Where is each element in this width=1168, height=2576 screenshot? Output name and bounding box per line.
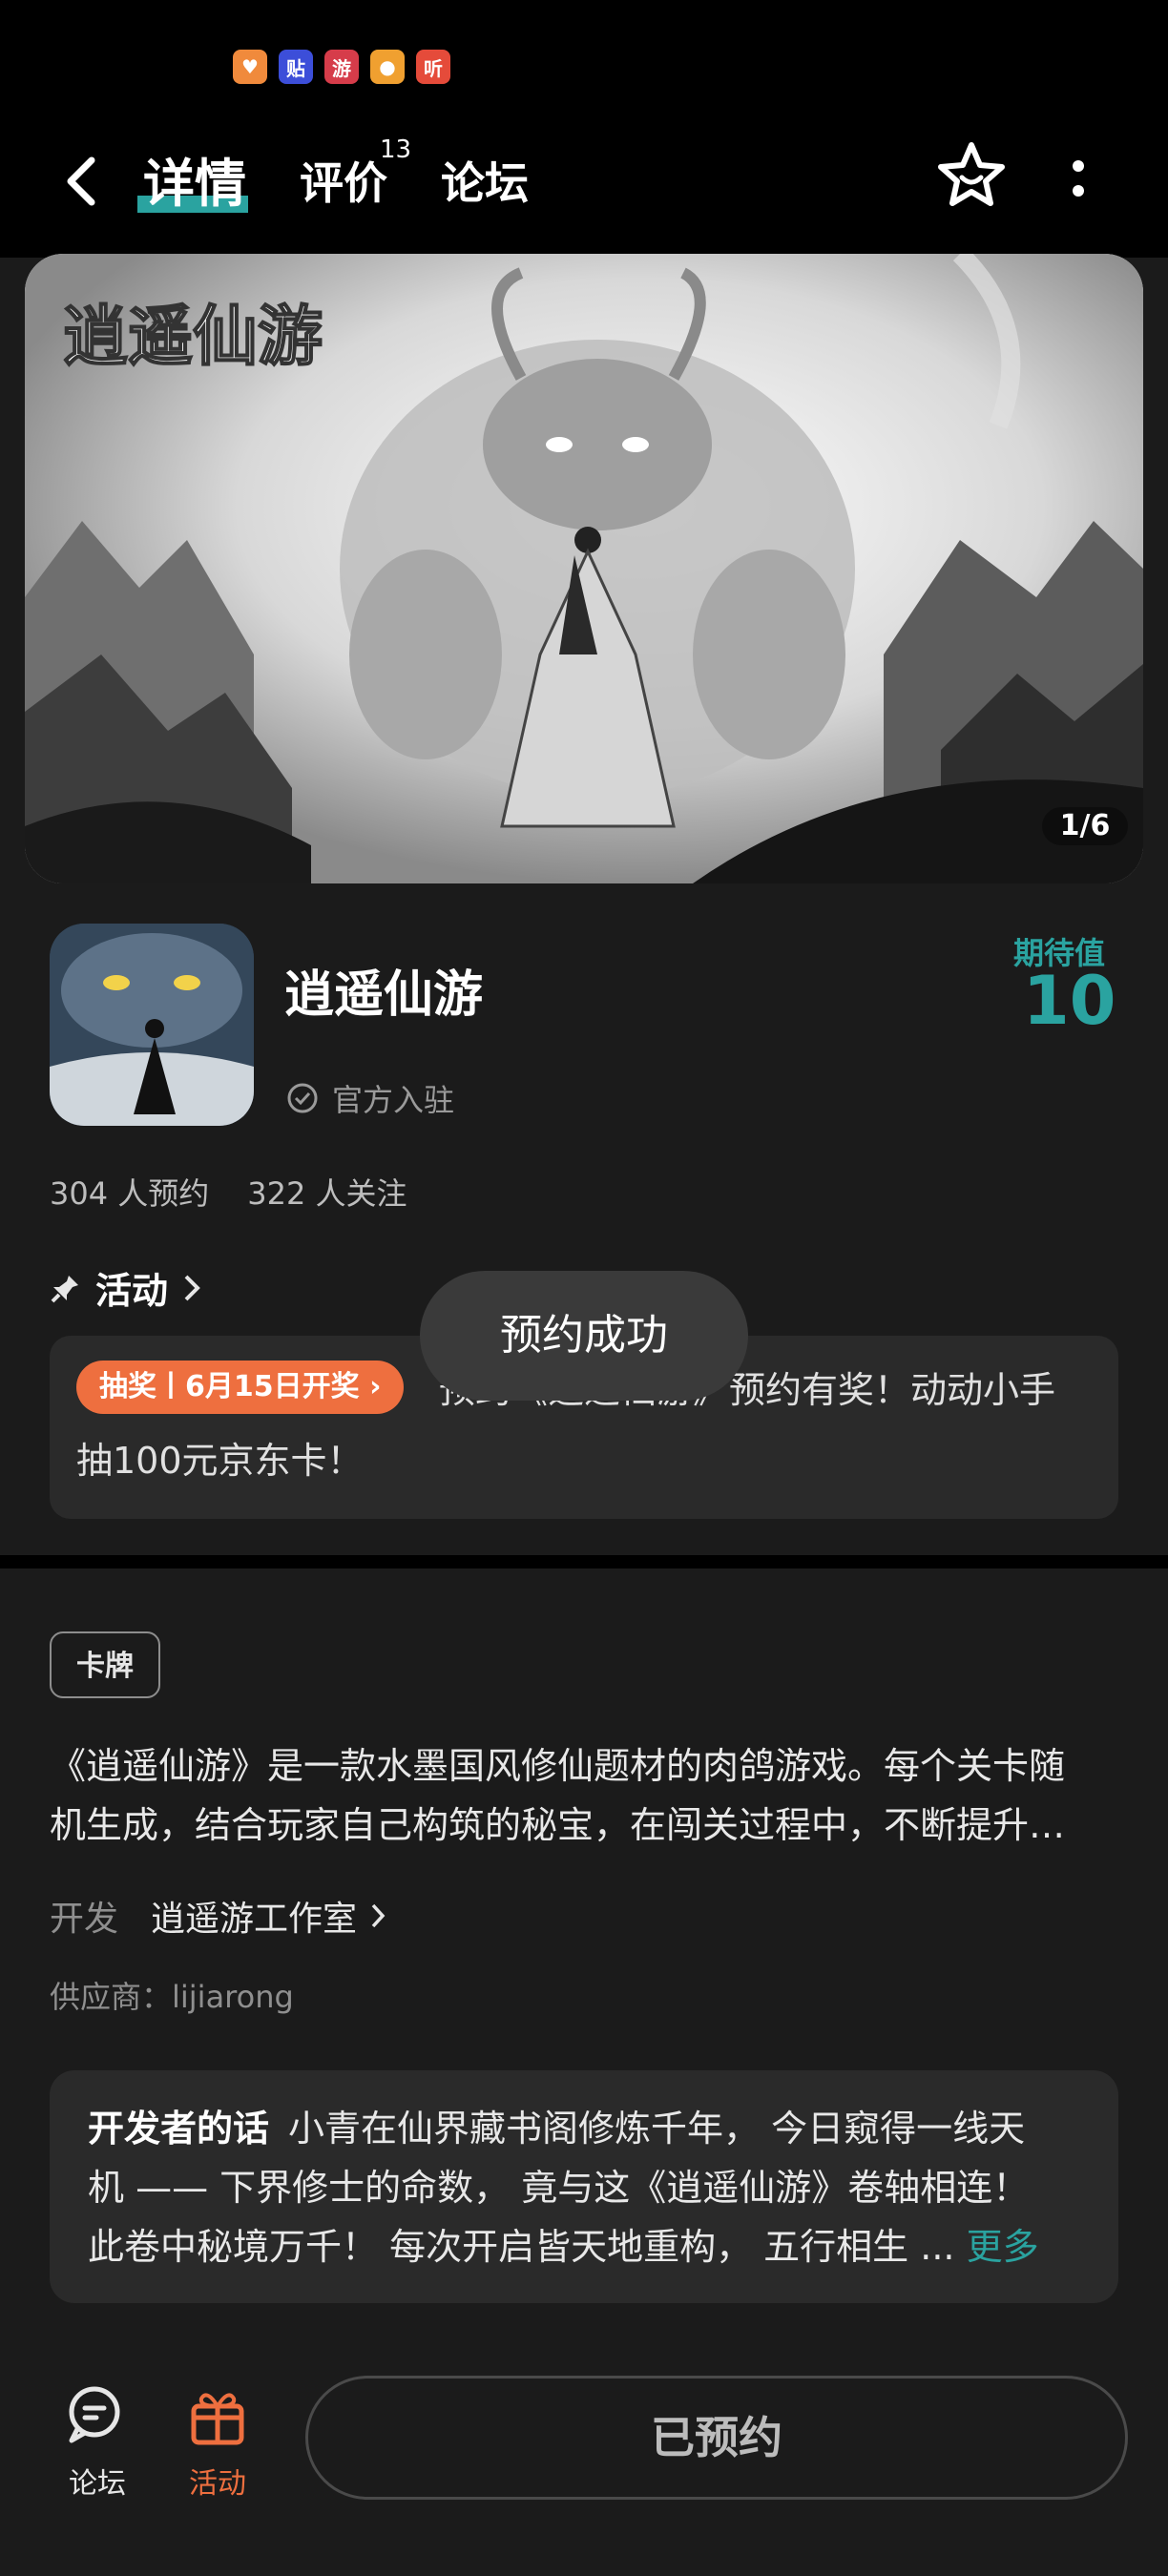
forum-icon [69,2386,120,2443]
toast-message: 预约成功 [420,1271,748,1401]
chevron-left-icon [67,156,95,206]
game-title: 逍遥仙游 [284,966,484,1024]
more-options-button[interactable] [1059,153,1097,210]
developer-row[interactable]: 开发 逍遥游工作室 [50,1891,387,1941]
notification-icons: ♥ 贴游 ● 听 [233,50,450,84]
tab-forum[interactable]: 论坛 [441,149,529,212]
more-link[interactable]: 更多 [967,2226,1039,2268]
chevron-right-icon [371,1903,386,1928]
nav-forum[interactable]: 论坛 [40,2385,155,2502]
activity-section-title: 活动 [95,1270,169,1312]
game-stats: 304 人预约 322 人关注 [50,1170,407,1214]
official-label: 官方入驻 [332,1082,455,1118]
listen-app-icon: 听 [416,50,450,84]
game-description[interactable]: 《逍遥仙游》是一款水墨国风修仙题材的肉鸽游戏。每个关卡随 机生成，结合玩家自己构… [50,1736,1118,1855]
chevron-right-icon: › [369,1370,382,1403]
banner-carousel[interactable]: 逍遥仙游 [25,254,1143,883]
activity-section-header[interactable]: 活动 [50,1261,202,1314]
developer-link[interactable]: 逍遥游工作室 [151,1891,387,1941]
expectation-value: 10 [1023,962,1116,1040]
chevron-right-icon [184,1275,200,1300]
developer-words: 开发者的话 小青在仙界藏书阁修炼千年， 今日窥得一线天 机 —— 下界修士的命数，… [88,2099,1090,2276]
reviews-count-badge: 13 [380,135,412,164]
star-icon [938,142,1005,206]
fruit-app-icon: ● [370,50,405,84]
description-line: 机生成，结合玩家自己构筑的秘宝，在闯关过程中，不断提升… [50,1804,1066,1846]
lottery-chip-label: 抽奖丨6月15日开奖 [99,1370,360,1403]
more-vertical-icon [1073,160,1084,197]
supplier-info: 供应商：lijiarong [50,1979,294,2015]
banner-artwork: 逍遥仙游 [25,254,1143,883]
nav-forum-label: 论坛 [69,2467,126,2501]
pin-icon [51,1275,78,1302]
official-badge: 官方入驻 [286,1076,454,1120]
developer-words-line: 此卷中秘境万千！ 每次开启皆天地重构， 五行相生 ... [88,2226,967,2268]
tab-details[interactable]: 详情 [143,141,246,217]
nav-activity[interactable]: 活动 [160,2385,275,2502]
tab-reviews[interactable]: 评价 [300,149,387,212]
description-line: 《逍遥仙游》是一款水墨国风修仙题材的肉鸽游戏。每个关卡随 [50,1745,1066,1787]
carousel-pager: 1/6 [1042,807,1128,845]
developer-words-line: 小青在仙界藏书阁修炼千年， 今日窥得一线天 [288,2108,1026,2150]
developer-words-title: 开发者的话 [88,2108,270,2150]
game-icon [50,924,254,1126]
favorite-button[interactable] [933,137,1010,214]
developer-name: 逍遥游工作室 [151,1900,358,1939]
developer-label: 开发 [50,1900,119,1939]
reservation-count: 304 人预约 [50,1175,210,1212]
status-bar [0,0,1168,134]
gift-icon [191,2393,244,2445]
genre-tag[interactable]: 卡牌 [50,1631,160,1698]
lottery-chip[interactable]: 抽奖丨6月15日开奖 › [76,1361,405,1414]
section-divider [0,1555,1168,1568]
developer-words-line: 机 —— 下界修士的命数， 竟与这《逍遥仙游》卷轴相连！ [88,2167,1030,2209]
check-circle-icon [287,1083,318,1113]
follower-count: 322 人关注 [247,1175,407,1212]
nav-activity-label: 活动 [189,2467,246,2501]
reserved-button[interactable]: 已预约 [305,2376,1128,2500]
tieba-app-icon: 贴 [279,50,313,84]
back-button[interactable] [57,153,105,210]
heart-app-icon: ♥ [233,50,267,84]
banner-logo-text: 逍遥仙游 [63,299,323,375]
game-app-icon: 游 [324,50,359,84]
